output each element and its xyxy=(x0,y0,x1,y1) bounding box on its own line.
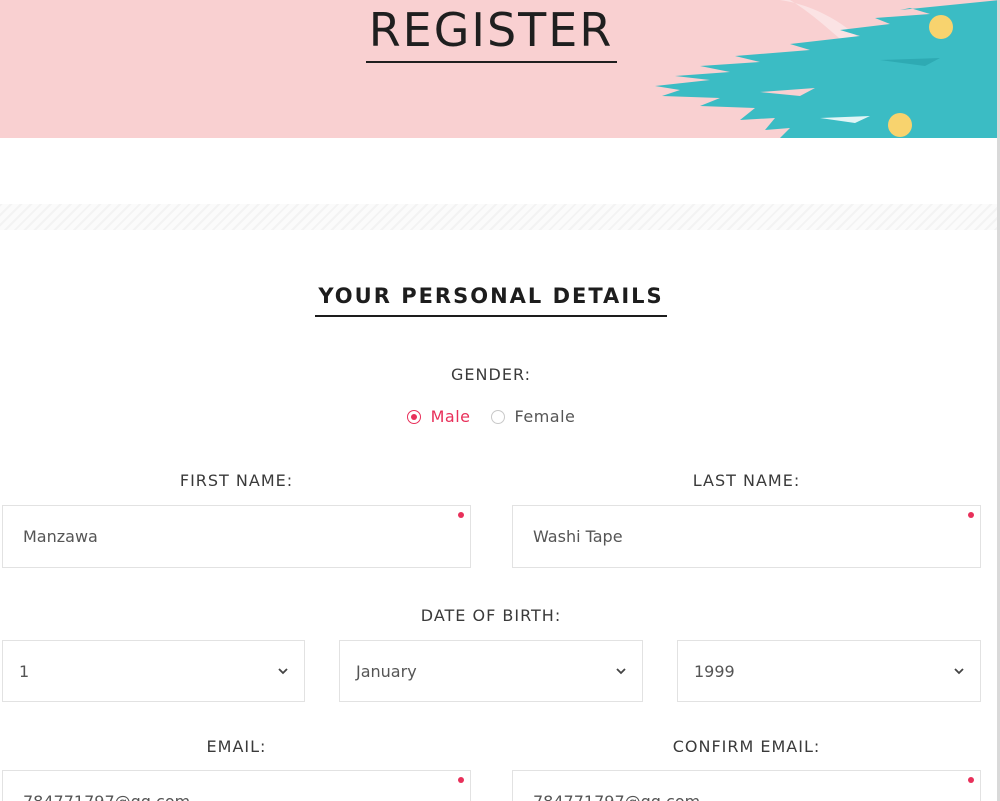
brush-stroke-decoration xyxy=(655,0,1000,138)
dob-year-value: 1999 xyxy=(694,661,735,681)
required-dot-icon xyxy=(458,512,464,518)
gender-option-label: Female xyxy=(514,407,576,426)
email-input[interactable] xyxy=(3,771,470,801)
dob-month-select[interactable]: January xyxy=(339,640,643,702)
gender-option-female[interactable]: Female xyxy=(490,407,576,426)
section-title-underline xyxy=(315,315,667,317)
confirm-email-label: CONFIRM EMAIL: xyxy=(672,737,821,756)
first-name-label: FIRST NAME: xyxy=(179,471,294,490)
dob-day-select[interactable]: 1 xyxy=(2,640,305,702)
last-name-field xyxy=(512,505,981,568)
yellow-dot-decoration xyxy=(929,15,953,39)
chevron-down-icon xyxy=(278,668,288,675)
gender-radio-group: Male Female xyxy=(0,407,982,426)
email-field xyxy=(2,770,471,801)
required-dot-icon xyxy=(458,777,464,783)
confirm-email-input[interactable] xyxy=(513,771,980,801)
gender-label: GENDER: xyxy=(451,365,531,384)
dob-day-value: 1 xyxy=(19,661,30,681)
email-label: EMAIL: xyxy=(206,737,267,756)
confirm-email-field xyxy=(512,770,981,801)
chevron-down-icon xyxy=(954,668,964,675)
required-dot-icon xyxy=(968,777,974,783)
hero-banner: REGISTER xyxy=(0,0,1000,138)
radio-unselected-icon xyxy=(490,409,505,424)
date-of-birth-label: DATE OF BIRTH: xyxy=(420,606,562,625)
radio-selected-icon xyxy=(406,409,421,424)
gender-option-label: Male xyxy=(430,407,471,426)
first-name-input[interactable] xyxy=(3,506,470,567)
page-title-underline xyxy=(366,61,617,63)
required-dot-icon xyxy=(968,512,974,518)
yellow-dot-decoration xyxy=(888,113,912,137)
section-title: YOUR PERSONAL DETAILS xyxy=(318,284,664,308)
dob-year-select[interactable]: 1999 xyxy=(677,640,981,702)
striped-divider xyxy=(0,204,997,230)
last-name-input[interactable] xyxy=(513,506,980,567)
first-name-field xyxy=(2,505,471,568)
last-name-label: LAST NAME: xyxy=(692,471,801,490)
gender-option-male[interactable]: Male xyxy=(406,407,471,426)
dob-month-value: January xyxy=(356,661,417,681)
chevron-down-icon xyxy=(616,668,626,675)
